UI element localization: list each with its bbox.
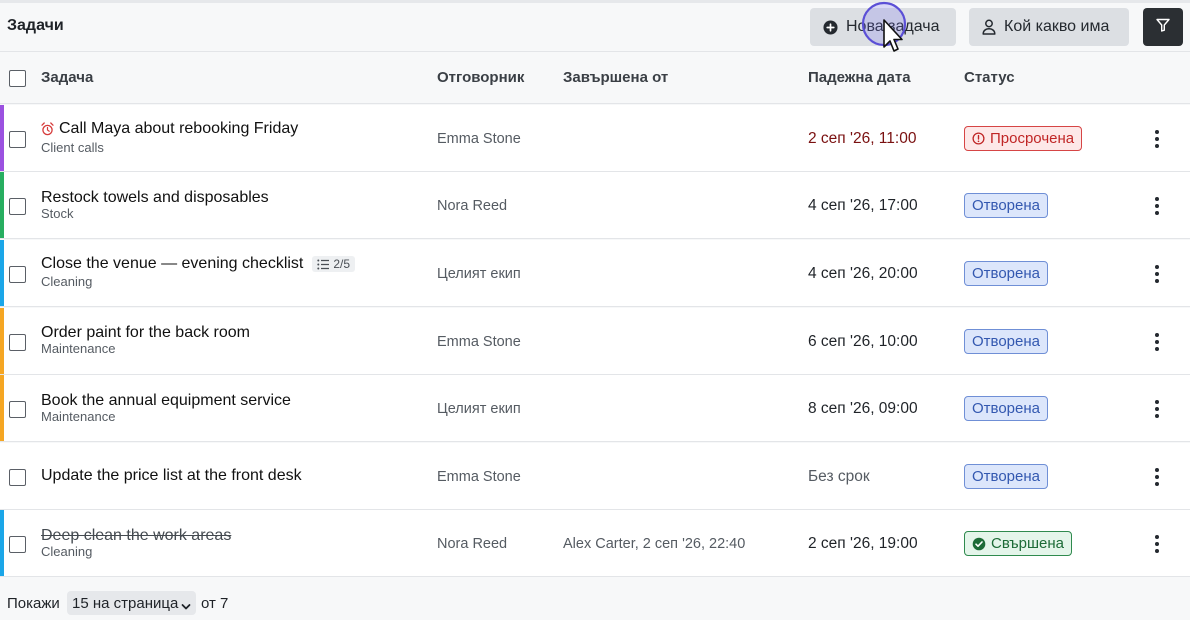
checklist-icon bbox=[317, 259, 330, 269]
column-due-date[interactable]: Падежна дата bbox=[808, 69, 911, 86]
category-color-stripe bbox=[0, 308, 4, 374]
select-all-checkbox[interactable] bbox=[9, 70, 26, 87]
task-category: Cleaning bbox=[41, 544, 93, 559]
task-due-date: 8 сеп '26, 09:00 bbox=[808, 400, 918, 417]
task-title[interactable]: Book the annual equipment service bbox=[41, 392, 291, 410]
status-badge: Отворена bbox=[964, 193, 1048, 218]
status-badge: Свършена bbox=[964, 531, 1073, 556]
who-has-what-label: Кой какво има bbox=[1004, 18, 1110, 35]
task-category: Client calls bbox=[41, 140, 104, 155]
status-text: Просрочена bbox=[990, 130, 1075, 147]
row-checkbox[interactable] bbox=[9, 469, 26, 486]
row-menu-icon[interactable] bbox=[1148, 396, 1166, 422]
category-color-stripe bbox=[0, 240, 4, 306]
filter-icon bbox=[1156, 18, 1170, 37]
table-header: Задача Отговорник Завършена от Падежна д… bbox=[0, 52, 1190, 104]
row-menu-icon[interactable] bbox=[1148, 531, 1166, 557]
row-checkbox[interactable] bbox=[9, 266, 26, 283]
task-title[interactable]: Restock towels and disposables bbox=[41, 189, 269, 207]
task-assignee: Nora Reed bbox=[437, 198, 508, 214]
row-checkbox[interactable] bbox=[9, 198, 26, 215]
pagination-footer: Покажи 15 на страница от 7 bbox=[0, 578, 1190, 620]
status-badge: Отворена bbox=[964, 396, 1048, 421]
task-category: Maintenance bbox=[41, 341, 116, 356]
task-title[interactable]: Update the price list at the front desk bbox=[41, 467, 302, 485]
task-assignee: Целият екип bbox=[437, 401, 521, 417]
show-label: Покажи bbox=[7, 595, 60, 612]
row-checkbox[interactable] bbox=[9, 334, 26, 351]
who-has-what-button[interactable]: Кой какво има bbox=[969, 8, 1129, 46]
task-due-date: 2 сеп '26, 11:00 bbox=[808, 130, 917, 147]
page-size-select[interactable]: 15 на страница bbox=[67, 591, 196, 615]
status-badge: Просрочена bbox=[964, 126, 1083, 151]
task-title[interactable]: Close the venue — evening checklist 2/5 bbox=[41, 255, 356, 273]
checklist-badge: 2/5 bbox=[312, 256, 356, 272]
chevron-down-icon bbox=[181, 598, 191, 615]
task-title-text: Call Maya about rebooking Friday bbox=[59, 120, 299, 137]
task-assignee: Emma Stone bbox=[437, 131, 521, 147]
status-text: Свършена bbox=[991, 535, 1065, 552]
category-color-stripe bbox=[0, 510, 4, 576]
table-row[interactable]: Order paint for the back room Maintenanc… bbox=[0, 308, 1190, 375]
task-due-date: 4 сеп '26, 17:00 bbox=[808, 197, 918, 214]
check-circle-icon bbox=[972, 537, 986, 551]
new-task-button[interactable]: Нова задача bbox=[810, 8, 956, 46]
plus-circle-icon bbox=[823, 19, 838, 35]
row-checkbox[interactable] bbox=[9, 401, 26, 418]
total-count: от 7 bbox=[201, 595, 229, 612]
top-bar: Задачи Нова задача Кой какво има bbox=[0, 0, 1190, 52]
status-badge: Отворена bbox=[964, 261, 1048, 286]
alert-circle-icon bbox=[972, 132, 985, 145]
row-checkbox[interactable] bbox=[9, 536, 26, 553]
table-row[interactable]: Book the annual equipment service Mainte… bbox=[0, 375, 1190, 442]
task-completed-by: Alex Carter, 2 сеп '26, 22:40 bbox=[563, 536, 746, 552]
table-row[interactable]: Call Maya about rebooking Friday Client … bbox=[0, 105, 1190, 172]
task-due-date: 2 сеп '26, 19:00 bbox=[808, 535, 918, 552]
category-color-stripe bbox=[0, 375, 4, 441]
page-size-value: 15 на страница bbox=[72, 594, 179, 612]
table-row[interactable]: Update the price list at the front desk … bbox=[0, 443, 1190, 510]
task-assignee: Emma Stone bbox=[437, 469, 521, 485]
task-assignee: Nora Reed bbox=[437, 536, 508, 552]
column-status[interactable]: Статус bbox=[964, 69, 1015, 86]
table-row[interactable]: Close the venue — evening checklist 2/5 … bbox=[0, 240, 1190, 307]
task-title-text: Close the venue — evening checklist bbox=[41, 255, 304, 272]
category-color-stripe bbox=[0, 105, 4, 171]
task-category: Cleaning bbox=[41, 274, 93, 289]
status-badge: Отворена bbox=[964, 329, 1048, 354]
category-color-stripe bbox=[0, 172, 4, 238]
column-assignee[interactable]: Отговорник bbox=[437, 69, 524, 86]
user-icon bbox=[982, 19, 996, 35]
column-completed-by[interactable]: Завършена от bbox=[563, 69, 668, 86]
task-due-date: 6 сеп '26, 10:00 bbox=[808, 333, 918, 350]
new-task-label: Нова задача bbox=[846, 18, 940, 35]
task-assignee: Целият екип bbox=[437, 266, 521, 282]
task-category: Stock bbox=[41, 206, 74, 221]
row-checkbox[interactable] bbox=[9, 131, 26, 148]
table-row[interactable]: Deep clean the work areas Cleaning Nora … bbox=[0, 510, 1190, 577]
task-title[interactable]: Deep clean the work areas bbox=[41, 527, 231, 545]
filter-button[interactable] bbox=[1143, 8, 1183, 46]
task-due-date: Без срок bbox=[808, 468, 870, 485]
table-row[interactable]: Restock towels and disposables Stock Nor… bbox=[0, 172, 1190, 239]
task-due-date: 4 сеп '26, 20:00 bbox=[808, 265, 918, 282]
task-category: Maintenance bbox=[41, 409, 116, 424]
row-menu-icon[interactable] bbox=[1148, 464, 1166, 490]
checklist-progress: 2/5 bbox=[333, 257, 351, 271]
alarm-icon bbox=[41, 122, 54, 136]
column-task[interactable]: Задача bbox=[41, 69, 93, 86]
status-badge: Отворена bbox=[964, 464, 1048, 489]
row-menu-icon[interactable] bbox=[1148, 193, 1166, 219]
task-assignee: Emma Stone bbox=[437, 334, 521, 350]
page-title: Задачи bbox=[7, 17, 64, 34]
task-title[interactable]: Call Maya about rebooking Friday bbox=[41, 120, 298, 138]
row-menu-icon[interactable] bbox=[1148, 261, 1166, 287]
task-title[interactable]: Order paint for the back room bbox=[41, 324, 250, 342]
row-menu-icon[interactable] bbox=[1148, 329, 1166, 355]
row-menu-icon[interactable] bbox=[1148, 126, 1166, 152]
